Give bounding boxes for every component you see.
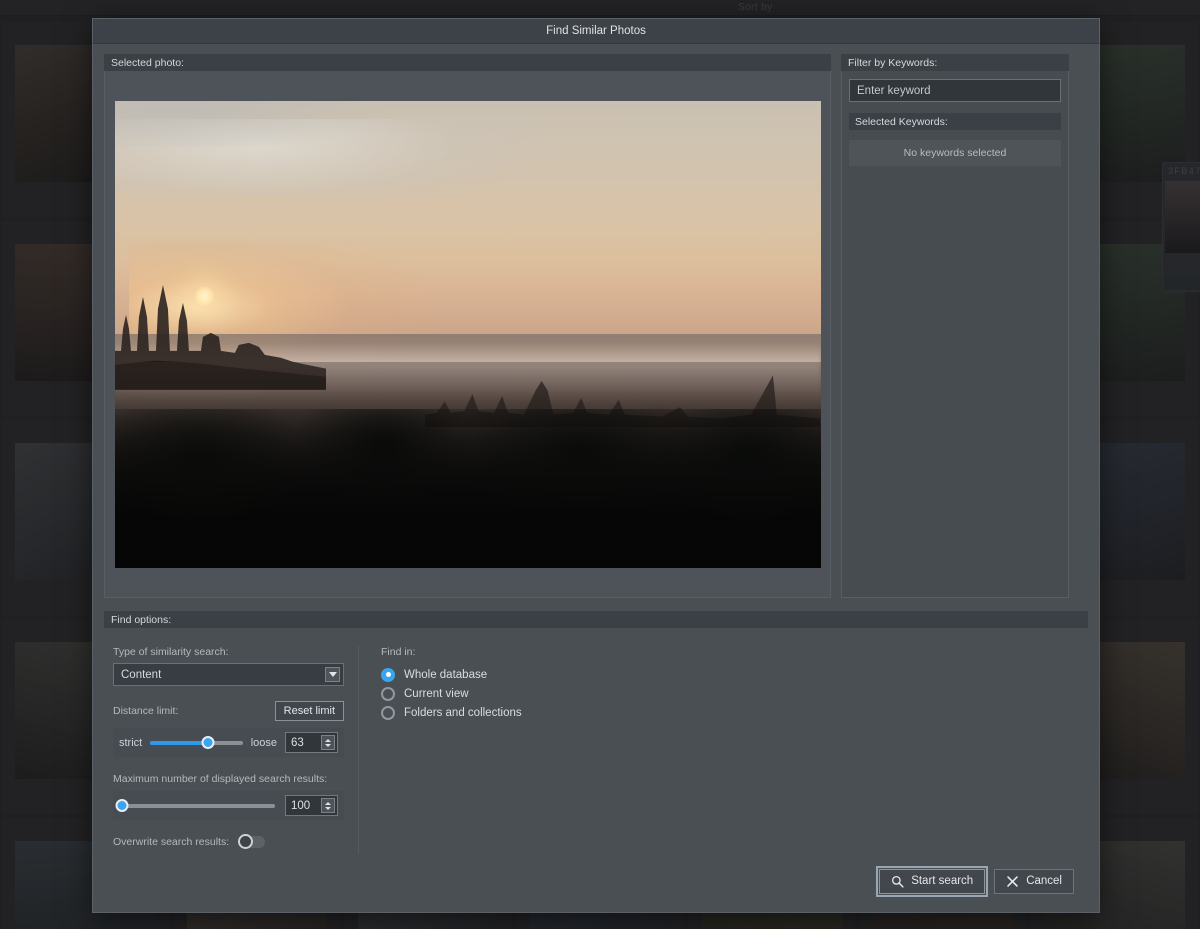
find-options-left-column: Type of similarity search: Content Dista… xyxy=(104,646,359,854)
max-results-value: 100 xyxy=(291,800,310,812)
keyword-input[interactable] xyxy=(849,79,1061,102)
find-options-header: Find options: xyxy=(104,611,1088,628)
filter-keywords-title: Filter by Keywords: xyxy=(848,57,937,69)
find-in-option-current-view[interactable]: Current view xyxy=(381,684,522,703)
radio-icon[interactable] xyxy=(381,668,395,682)
selected-photo-panel: Selected photo: xyxy=(104,54,831,598)
find-options-panel: Find options: Type of similarity search:… xyxy=(104,611,1088,854)
selected-keywords-list[interactable]: No keywords selected xyxy=(849,140,1061,166)
search-icon xyxy=(891,875,904,888)
max-results-group: Maximum number of displayed search resul… xyxy=(113,773,344,820)
filter-keywords-panel: Filter by Keywords: Selected Keywords: N… xyxy=(841,54,1069,598)
max-results-label: Maximum number of displayed search resul… xyxy=(113,773,344,785)
overwrite-results-row: Overwrite search results: xyxy=(113,836,344,848)
spinner-arrows-icon[interactable] xyxy=(321,735,335,750)
max-results-slider-row: 100 xyxy=(113,791,344,820)
find-in-option-label: Current view xyxy=(404,688,469,700)
overwrite-results-toggle[interactable] xyxy=(238,836,265,848)
dialog-footer: Start search Cancel xyxy=(104,854,1088,912)
filter-keywords-header: Filter by Keywords: xyxy=(841,54,1069,71)
find-options-title: Find options: xyxy=(111,614,171,626)
distance-strict-label: strict xyxy=(119,737,142,749)
cancel-button[interactable]: Cancel xyxy=(994,869,1074,894)
find-options-right-column: Find in: Whole database Current view xyxy=(359,646,522,854)
selected-photo-image[interactable] xyxy=(115,101,821,568)
find-options-body: Type of similarity search: Content Dista… xyxy=(104,628,1088,854)
dialog-title: Find Similar Photos xyxy=(546,25,646,37)
distance-limit-value: 63 xyxy=(291,737,304,749)
selected-photo-area xyxy=(104,71,831,598)
overwrite-results-label: Overwrite search results: xyxy=(113,836,229,848)
spinner-arrows-icon[interactable] xyxy=(321,798,335,813)
radio-icon[interactable] xyxy=(381,706,395,720)
similarity-type-value: Content xyxy=(121,669,161,681)
close-icon xyxy=(1006,875,1019,888)
find-in-option-label: Folders and collections xyxy=(404,707,522,719)
max-results-slider[interactable] xyxy=(119,798,275,814)
find-in-option-whole-database[interactable]: Whole database xyxy=(381,665,522,684)
no-keywords-message: No keywords selected xyxy=(904,147,1007,159)
reset-limit-button[interactable]: Reset limit xyxy=(275,701,344,721)
distance-loose-label: loose xyxy=(251,737,277,749)
dialog-body: Selected photo: xyxy=(93,44,1099,912)
find-in-label: Find in: xyxy=(381,646,522,658)
distance-limit-slider-knob[interactable] xyxy=(202,736,215,749)
find-similar-photos-dialog: Find Similar Photos Selected photo: xyxy=(92,18,1100,913)
dialog-titlebar: Find Similar Photos xyxy=(93,19,1099,44)
selected-photo-header: Selected photo: xyxy=(104,54,831,71)
max-results-slider-knob[interactable] xyxy=(116,799,129,812)
distance-limit-spinner[interactable]: 63 xyxy=(285,732,338,753)
find-in-radio-group: Whole database Current view Folders and … xyxy=(381,665,522,722)
start-search-button[interactable]: Start search xyxy=(879,869,985,894)
radio-icon[interactable] xyxy=(381,687,395,701)
filter-keywords-body: Selected Keywords: No keywords selected xyxy=(841,71,1069,598)
similarity-type-label: Type of similarity search: xyxy=(113,646,344,658)
chevron-down-icon[interactable] xyxy=(325,667,340,682)
distance-limit-label: Distance limit: xyxy=(113,705,178,717)
start-search-label: Start search xyxy=(911,875,973,887)
cancel-label: Cancel xyxy=(1026,875,1062,887)
find-in-option-label: Whole database xyxy=(404,669,487,681)
top-row: Selected photo: xyxy=(104,54,1088,598)
find-in-option-folders-collections[interactable]: Folders and collections xyxy=(381,703,522,722)
similarity-type-select[interactable]: Content xyxy=(113,663,344,686)
selected-keywords-header: Selected Keywords: xyxy=(849,113,1061,130)
distance-limit-row: Distance limit: Reset limit xyxy=(113,701,344,721)
selected-photo-title: Selected photo: xyxy=(111,57,184,69)
max-results-spinner[interactable]: 100 xyxy=(285,795,338,816)
distance-limit-slider-row: strict loose 63 xyxy=(113,728,344,757)
selected-keywords-title: Selected Keywords: xyxy=(855,116,948,128)
distance-limit-slider[interactable] xyxy=(150,735,242,751)
